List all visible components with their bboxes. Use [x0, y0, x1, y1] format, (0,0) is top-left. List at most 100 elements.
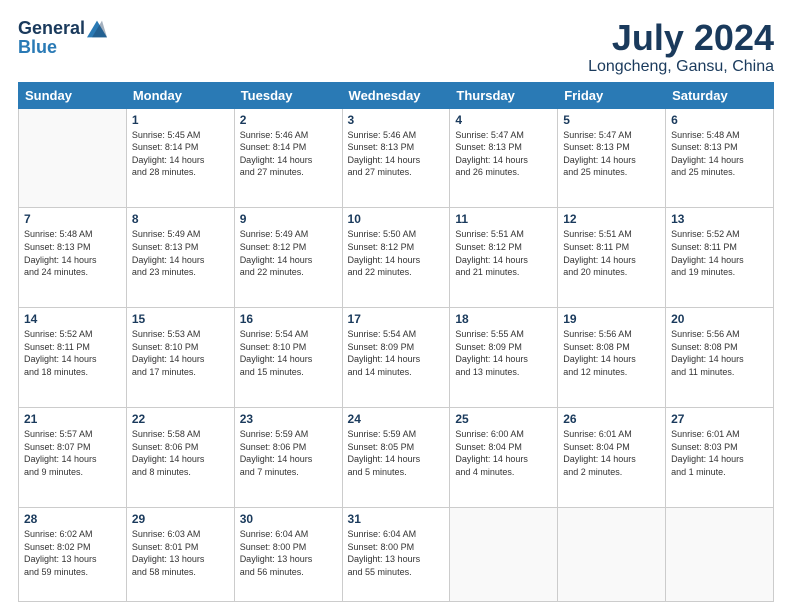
day-info: Sunrise: 5:52 AM Sunset: 8:11 PM Dayligh…: [671, 228, 768, 278]
day-number: 8: [132, 212, 229, 226]
page: General Blue July 2024 Longcheng, Gansu,…: [0, 0, 792, 612]
day-info: Sunrise: 5:56 AM Sunset: 8:08 PM Dayligh…: [563, 328, 660, 378]
calendar-week-3: 14 Sunrise: 5:52 AM Sunset: 8:11 PM Dayli…: [19, 308, 774, 408]
day-number: 25: [455, 412, 552, 426]
calendar-week-4: 21 Sunrise: 5:57 AM Sunset: 8:07 PM Dayli…: [19, 408, 774, 508]
day-info: Sunrise: 5:47 AM Sunset: 8:13 PM Dayligh…: [563, 129, 660, 179]
calendar-cell: 31 Sunrise: 6:04 AM Sunset: 8:00 PM Dayli…: [342, 507, 450, 601]
day-number: 2: [240, 113, 337, 127]
logo-icon: [87, 19, 107, 39]
calendar-cell: 14 Sunrise: 5:52 AM Sunset: 8:11 PM Dayli…: [19, 308, 127, 408]
logo: General Blue: [18, 18, 107, 58]
day-number: 27: [671, 412, 768, 426]
calendar-cell: 11 Sunrise: 5:51 AM Sunset: 8:12 PM Dayli…: [450, 208, 558, 308]
calendar-cell: 15 Sunrise: 5:53 AM Sunset: 8:10 PM Dayli…: [126, 308, 234, 408]
day-info: Sunrise: 5:48 AM Sunset: 8:13 PM Dayligh…: [24, 228, 121, 278]
day-info: Sunrise: 6:01 AM Sunset: 8:04 PM Dayligh…: [563, 428, 660, 478]
day-info: Sunrise: 5:57 AM Sunset: 8:07 PM Dayligh…: [24, 428, 121, 478]
day-info: Sunrise: 5:54 AM Sunset: 8:10 PM Dayligh…: [240, 328, 337, 378]
day-info: Sunrise: 5:53 AM Sunset: 8:10 PM Dayligh…: [132, 328, 229, 378]
day-number: 26: [563, 412, 660, 426]
calendar-cell: 12 Sunrise: 5:51 AM Sunset: 8:11 PM Dayli…: [558, 208, 666, 308]
calendar-cell: [666, 507, 774, 601]
day-number: 4: [455, 113, 552, 127]
calendar-cell: 30 Sunrise: 6:04 AM Sunset: 8:00 PM Dayli…: [234, 507, 342, 601]
day-info: Sunrise: 5:49 AM Sunset: 8:13 PM Dayligh…: [132, 228, 229, 278]
day-number: 30: [240, 512, 337, 526]
calendar-cell: 1Sunrise: 5:45 AM Sunset: 8:14 PM Daylig…: [126, 108, 234, 208]
logo-blue: Blue: [18, 37, 57, 57]
day-info: Sunrise: 6:02 AM Sunset: 8:02 PM Dayligh…: [24, 528, 121, 578]
day-info: Sunrise: 5:50 AM Sunset: 8:12 PM Dayligh…: [348, 228, 445, 278]
calendar-cell: [558, 507, 666, 601]
day-number: 7: [24, 212, 121, 226]
calendar-cell: 23Sunrise: 5:59 AM Sunset: 8:06 PM Dayli…: [234, 408, 342, 508]
day-number: 14: [24, 312, 121, 326]
calendar-cell: 28 Sunrise: 6:02 AM Sunset: 8:02 PM Dayli…: [19, 507, 127, 601]
day-info: Sunrise: 5:46 AM Sunset: 8:14 PM Dayligh…: [240, 129, 337, 179]
calendar-cell: 4 Sunrise: 5:47 AM Sunset: 8:13 PM Daylig…: [450, 108, 558, 208]
day-number: 15: [132, 312, 229, 326]
day-number: 20: [671, 312, 768, 326]
calendar-header-saturday: Saturday: [666, 82, 774, 108]
day-info: Sunrise: 5:59 AM Sunset: 8:06 PM Dayligh…: [240, 428, 337, 478]
day-info: Sunrise: 6:04 AM Sunset: 8:00 PM Dayligh…: [348, 528, 445, 578]
day-info: Sunrise: 5:51 AM Sunset: 8:11 PM Dayligh…: [563, 228, 660, 278]
day-info: Sunrise: 5:56 AM Sunset: 8:08 PM Dayligh…: [671, 328, 768, 378]
day-number: 21: [24, 412, 121, 426]
day-info: Sunrise: 5:47 AM Sunset: 8:13 PM Dayligh…: [455, 129, 552, 179]
day-number: 24: [348, 412, 445, 426]
day-number: 16: [240, 312, 337, 326]
day-number: 31: [348, 512, 445, 526]
day-number: 13: [671, 212, 768, 226]
calendar-cell: 20 Sunrise: 5:56 AM Sunset: 8:08 PM Dayli…: [666, 308, 774, 408]
calendar-header-thursday: Thursday: [450, 82, 558, 108]
day-info: Sunrise: 5:48 AM Sunset: 8:13 PM Dayligh…: [671, 129, 768, 179]
calendar-cell: 24 Sunrise: 5:59 AM Sunset: 8:05 PM Dayli…: [342, 408, 450, 508]
calendar-cell: 7 Sunrise: 5:48 AM Sunset: 8:13 PM Daylig…: [19, 208, 127, 308]
day-info: Sunrise: 5:55 AM Sunset: 8:09 PM Dayligh…: [455, 328, 552, 378]
day-number: 1: [132, 113, 229, 127]
day-number: 3: [348, 113, 445, 127]
calendar-cell: 10 Sunrise: 5:50 AM Sunset: 8:12 PM Dayli…: [342, 208, 450, 308]
calendar-cell: 9Sunrise: 5:49 AM Sunset: 8:12 PM Daylig…: [234, 208, 342, 308]
calendar-cell: 16 Sunrise: 5:54 AM Sunset: 8:10 PM Dayli…: [234, 308, 342, 408]
calendar-cell: 13 Sunrise: 5:52 AM Sunset: 8:11 PM Dayli…: [666, 208, 774, 308]
calendar-header-wednesday: Wednesday: [342, 82, 450, 108]
day-number: 5: [563, 113, 660, 127]
day-info: Sunrise: 5:52 AM Sunset: 8:11 PM Dayligh…: [24, 328, 121, 378]
main-title: July 2024: [588, 18, 774, 58]
day-info: Sunrise: 5:58 AM Sunset: 8:06 PM Dayligh…: [132, 428, 229, 478]
subtitle: Longcheng, Gansu, China: [588, 58, 774, 76]
day-info: Sunrise: 5:59 AM Sunset: 8:05 PM Dayligh…: [348, 428, 445, 478]
calendar-week-5: 28 Sunrise: 6:02 AM Sunset: 8:02 PM Dayli…: [19, 507, 774, 601]
calendar-table: SundayMondayTuesdayWednesdayThursdayFrid…: [18, 82, 774, 602]
day-info: Sunrise: 5:51 AM Sunset: 8:12 PM Dayligh…: [455, 228, 552, 278]
day-number: 19: [563, 312, 660, 326]
calendar-cell: [19, 108, 127, 208]
calendar-cell: 2 Sunrise: 5:46 AM Sunset: 8:14 PM Daylig…: [234, 108, 342, 208]
calendar-cell: 3Sunrise: 5:46 AM Sunset: 8:13 PM Daylig…: [342, 108, 450, 208]
day-number: 12: [563, 212, 660, 226]
calendar-week-1: 1Sunrise: 5:45 AM Sunset: 8:14 PM Daylig…: [19, 108, 774, 208]
calendar-cell: 29Sunrise: 6:03 AM Sunset: 8:01 PM Dayli…: [126, 507, 234, 601]
calendar-cell: 6 Sunrise: 5:48 AM Sunset: 8:13 PM Daylig…: [666, 108, 774, 208]
day-number: 10: [348, 212, 445, 226]
calendar-cell: 8 Sunrise: 5:49 AM Sunset: 8:13 PM Daylig…: [126, 208, 234, 308]
day-info: Sunrise: 6:04 AM Sunset: 8:00 PM Dayligh…: [240, 528, 337, 578]
calendar-header-monday: Monday: [126, 82, 234, 108]
calendar-cell: 22Sunrise: 5:58 AM Sunset: 8:06 PM Dayli…: [126, 408, 234, 508]
day-number: 11: [455, 212, 552, 226]
day-number: 18: [455, 312, 552, 326]
calendar-cell: 17Sunrise: 5:54 AM Sunset: 8:09 PM Dayli…: [342, 308, 450, 408]
day-info: Sunrise: 6:03 AM Sunset: 8:01 PM Dayligh…: [132, 528, 229, 578]
calendar-cell: [450, 507, 558, 601]
calendar-cell: 19 Sunrise: 5:56 AM Sunset: 8:08 PM Dayli…: [558, 308, 666, 408]
day-number: 28: [24, 512, 121, 526]
calendar-cell: 18 Sunrise: 5:55 AM Sunset: 8:09 PM Dayli…: [450, 308, 558, 408]
calendar-cell: 26 Sunrise: 6:01 AM Sunset: 8:04 PM Dayli…: [558, 408, 666, 508]
day-number: 6: [671, 113, 768, 127]
calendar-header-friday: Friday: [558, 82, 666, 108]
logo-text: General: [18, 18, 107, 39]
calendar-cell: 21 Sunrise: 5:57 AM Sunset: 8:07 PM Dayli…: [19, 408, 127, 508]
